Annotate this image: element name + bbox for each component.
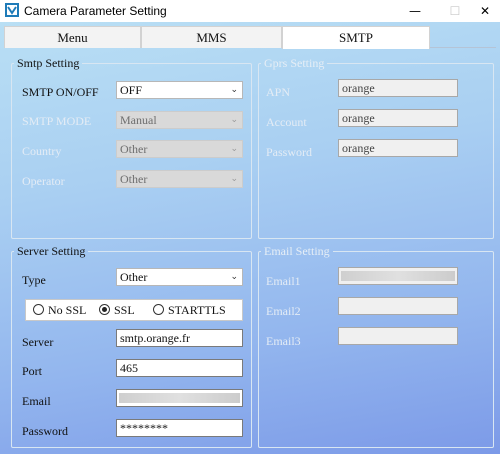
window-title: Camera Parameter Setting	[24, 4, 167, 18]
country-select: Other ⌄	[116, 140, 243, 158]
tab-mms[interactable]: MMS	[141, 26, 282, 48]
gprs-setting-legend: Gprs Setting	[264, 56, 325, 70]
radio-ssl-label: SSL	[114, 303, 135, 317]
type-label: Type	[22, 273, 46, 287]
port-label: Port	[22, 364, 43, 378]
apn-label: APN	[266, 85, 291, 99]
radio-circle-icon	[153, 304, 164, 315]
chevron-down-icon: ⌄	[230, 144, 238, 154]
tab-smtp[interactable]: SMTP	[282, 26, 430, 49]
smtp-onoff-value: OFF	[120, 83, 143, 97]
redacted-text	[119, 393, 240, 403]
radio-no-ssl[interactable]: No SSL	[33, 303, 86, 318]
type-select[interactable]: Other ⌄	[116, 268, 243, 286]
email1-input	[338, 267, 458, 285]
gprs-password-label: Password	[266, 145, 313, 159]
redacted-text	[341, 271, 455, 281]
email2-label: Email2	[266, 304, 301, 318]
email3-input	[338, 327, 458, 345]
radio-no-ssl-label: No SSL	[48, 303, 87, 317]
email1-label: Email1	[266, 274, 301, 288]
country-value: Other	[120, 142, 148, 156]
email-setting-legend: Email Setting	[264, 244, 330, 258]
email3-label: Email3	[266, 334, 301, 348]
server-setting-legend: Server Setting	[17, 244, 86, 258]
account-label: Account	[266, 115, 307, 129]
chevron-down-icon: ⌄	[230, 174, 238, 184]
smtp-mode-label: SMTP MODE	[22, 114, 92, 128]
account-value: orange	[342, 111, 375, 125]
chevron-down-icon: ⌄	[230, 115, 238, 125]
server-input[interactable]: smtp.orange.fr	[116, 329, 243, 347]
port-value: 465	[120, 361, 138, 375]
radio-circle-icon	[33, 304, 44, 315]
smtp-mode-select: Manual ⌄	[116, 111, 243, 129]
server-label: Server	[22, 335, 54, 349]
type-value: Other	[120, 270, 148, 284]
close-button[interactable]: ✕	[470, 1, 500, 21]
smtp-setting-legend: Smtp Setting	[17, 56, 80, 70]
radio-starttls[interactable]: STARTTLS	[153, 303, 226, 318]
smtp-onoff-label: SMTP ON/OFF	[22, 85, 99, 99]
radio-ssl[interactable]: SSL	[99, 303, 135, 318]
tab-menu[interactable]: Menu	[4, 26, 141, 48]
minimize-button[interactable]: —	[400, 1, 430, 21]
password-input[interactable]: ********	[116, 419, 243, 437]
password-value: ********	[120, 421, 168, 435]
operator-value: Other	[120, 172, 148, 186]
smtp-mode-value: Manual	[120, 113, 157, 127]
operator-select: Other ⌄	[116, 170, 243, 188]
app-icon	[5, 3, 19, 17]
ssl-radio-group: No SSL SSL STARTTLS	[25, 299, 243, 321]
email-input[interactable]	[116, 389, 243, 407]
radio-selected-icon	[99, 304, 110, 315]
tab-bar: Menu MMS SMTP	[4, 26, 496, 49]
port-input[interactable]: 465	[116, 359, 243, 377]
radio-starttls-label: STARTTLS	[168, 303, 226, 317]
apn-input: orange	[338, 79, 458, 97]
apn-value: orange	[342, 81, 375, 95]
server-value: smtp.orange.fr	[120, 331, 190, 345]
title-bar: Camera Parameter Setting — ☐ ✕	[0, 0, 500, 22]
window-body: Menu MMS SMTP Smtp Setting SMTP ON/OFF O…	[0, 22, 500, 454]
account-input: orange	[338, 109, 458, 127]
password-label: Password	[22, 424, 69, 438]
chevron-down-icon: ⌄	[230, 272, 238, 282]
operator-label: Operator	[22, 174, 65, 188]
gprs-password-value: orange	[342, 141, 375, 155]
smtp-onoff-select[interactable]: OFF ⌄	[116, 81, 243, 99]
email-label: Email	[22, 394, 51, 408]
chevron-down-icon: ⌄	[230, 85, 238, 95]
gprs-password-input: orange	[338, 139, 458, 157]
maximize-button[interactable]: ☐	[440, 1, 470, 21]
country-label: Country	[22, 144, 62, 158]
email2-input	[338, 297, 458, 315]
